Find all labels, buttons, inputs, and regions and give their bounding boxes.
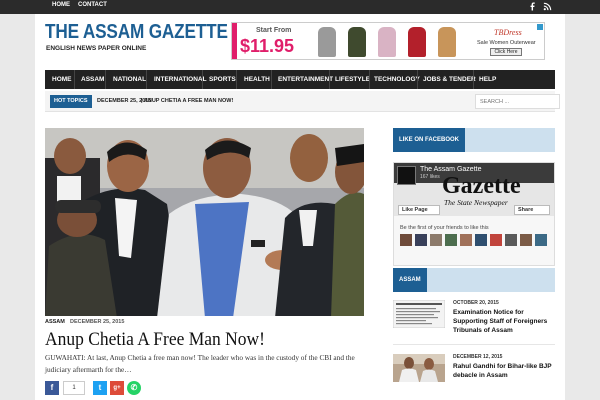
facebook-icon[interactable]	[528, 2, 537, 11]
twitter-share-icon[interactable]: t	[93, 381, 107, 395]
ad-coat-image	[378, 27, 396, 57]
nav-separator	[236, 70, 237, 89]
nav-item-home[interactable]: HOME	[52, 70, 72, 89]
ad-banner[interactable]: Start From $11.95 TBDress Sale Women Out…	[231, 22, 545, 60]
post-date: DECEMBER 25, 2015	[70, 319, 125, 325]
nav-separator	[146, 70, 147, 89]
fb-share-label: Share	[518, 207, 534, 213]
news-date: OCTOBER 20, 2015	[453, 300, 499, 306]
fb-page-name[interactable]: The Assam Gazette	[420, 166, 481, 173]
nav-separator	[329, 70, 330, 89]
news-divider	[393, 344, 555, 345]
ad-coat-image	[348, 27, 366, 57]
fb-cover-subtitle: The State Newspaper	[444, 198, 508, 207]
fb-friend-avatar[interactable]	[505, 234, 517, 246]
facebook-like-box[interactable]: The Assam Gazette 167 likes Gazette The …	[393, 162, 555, 266]
news-item[interactable]: DECEMBER 12, 2015 Rahul Gandhi for Bihar…	[393, 354, 555, 386]
nav-separator	[271, 70, 272, 89]
fb-friend-avatar[interactable]	[445, 234, 457, 246]
fb-cover: The Assam Gazette 167 likes Gazette The …	[394, 163, 554, 216]
news-title[interactable]: Rahul Gandhi for Bihar-like BJP debacle …	[453, 362, 557, 380]
ticker-headline[interactable]: | ANUP CHETIA A FREE MAN NOW!	[141, 95, 233, 108]
nav-item-technology[interactable]: TECHNOLOGY	[374, 70, 420, 89]
widget-title-label: LIKE ON FACEBOOK	[393, 128, 466, 152]
ad-tagline: Sale Women Outerwear	[477, 40, 536, 46]
nav-separator	[417, 70, 418, 89]
nav-item-entertainment[interactable]: ENTERTAINMENT	[278, 70, 333, 89]
site-subtitle: ENGLISH NEWS PAPER ONLINE	[46, 45, 147, 52]
fb-cover-title: Gazette	[442, 173, 521, 199]
rss-icon[interactable]	[543, 2, 552, 11]
page-container: THE ASSAM GAZETTE ENGLISH NEWS PAPER ONL…	[35, 14, 565, 400]
nav-separator	[202, 70, 203, 89]
nav-item-sports[interactable]: SPORTS	[209, 70, 236, 89]
google-plus-share-icon[interactable]: g+	[110, 381, 124, 395]
top-bar: HOME CONTACT	[0, 0, 600, 14]
top-link-home[interactable]: HOME	[52, 2, 70, 8]
fb-friend-avatar[interactable]	[400, 234, 412, 246]
nav-separator	[105, 70, 106, 89]
fb-friend-avatar[interactable]	[490, 234, 502, 246]
fb-friend-avatar[interactable]	[535, 234, 547, 246]
featured-photo	[45, 128, 364, 316]
ad-coat-image	[438, 27, 456, 57]
nav-separator	[369, 70, 370, 89]
widget-title-facebook: LIKE ON FACEBOOK	[393, 128, 555, 152]
nav-item-help[interactable]: HELP	[479, 70, 496, 89]
news-thumbnail[interactable]	[393, 300, 445, 328]
fb-friend-avatar[interactable]	[475, 234, 487, 246]
ad-accent-bar	[232, 23, 237, 59]
ticker-headline-text[interactable]: ANUP CHETIA A FREE MAN NOW!	[144, 98, 233, 104]
ad-coat-image	[408, 27, 426, 57]
nav-item-international[interactable]: INTERNATIONAL	[154, 70, 207, 89]
fb-friend-avatar[interactable]	[430, 234, 442, 246]
site-title[interactable]: THE ASSAM GAZETTE	[45, 21, 228, 44]
fb-friend-avatar[interactable]	[415, 234, 427, 246]
fb-friends-text: Be the first of your friends to like thi…	[400, 225, 489, 231]
widget-title-label: ASSAM	[393, 268, 427, 292]
main-nav: HOME ASSAM NATIONAL INTERNATIONAL SPORTS…	[45, 70, 555, 89]
news-date: DECEMBER 12, 2015	[453, 354, 503, 360]
nav-item-lifestyle[interactable]: LIFESTYLE	[335, 70, 370, 89]
whatsapp-share-icon[interactable]: ✆	[127, 381, 141, 395]
ticker-separator: |	[141, 98, 143, 104]
post-excerpt: GUWAHATI: At last, Anup Chetia a free ma…	[45, 353, 355, 374]
news-item[interactable]: OCTOBER 20, 2015 Examination Notice for …	[393, 300, 557, 335]
news-title[interactable]: Examination Notice for Supporting Staff …	[453, 308, 557, 335]
ad-choices-icon[interactable]	[537, 24, 543, 30]
hot-topics-bar: HOT TOPICS DECEMBER 25, 2015 | ANUP CHET…	[45, 91, 560, 112]
fb-friend-avatar[interactable]	[520, 234, 532, 246]
featured-image[interactable]	[45, 128, 364, 316]
nav-item-jobs-tender[interactable]: JOBS & TENDER	[423, 70, 476, 89]
post-title[interactable]: Anup Chetia A Free Man Now!	[45, 329, 265, 351]
nav-item-national[interactable]: NATIONAL	[113, 70, 146, 89]
ad-click-button[interactable]: Click Here	[490, 48, 522, 56]
nav-separator	[473, 70, 474, 89]
news-thumbnail[interactable]	[393, 354, 445, 382]
fb-share-button[interactable]: Share	[514, 205, 550, 215]
nav-item-health[interactable]: HEALTH	[244, 70, 270, 89]
ad-coat-image	[318, 27, 336, 57]
share-count: 1	[63, 381, 85, 395]
post-category[interactable]: ASSAM	[45, 319, 65, 325]
widget-title-assam: ASSAM	[393, 268, 555, 292]
fb-page-logo[interactable]	[397, 166, 416, 185]
top-link-contact[interactable]: CONTACT	[78, 2, 107, 8]
fb-friend-avatar[interactable]	[460, 234, 472, 246]
facebook-share-icon[interactable]: f	[45, 381, 59, 395]
hot-topics-label: HOT TOPICS	[50, 95, 92, 108]
fb-like-page-button[interactable]: Like Page	[398, 205, 440, 215]
ad-brand: TBDress	[494, 28, 522, 37]
ad-start-label: Start From	[256, 27, 292, 34]
fb-like-label: Like Page	[402, 207, 428, 213]
ad-price: $11.95	[240, 36, 295, 56]
search-input[interactable]	[475, 94, 560, 109]
nav-separator	[74, 70, 75, 89]
fb-page-likes: 167 likes	[420, 174, 440, 180]
nav-item-assam[interactable]: ASSAM	[81, 70, 104, 89]
